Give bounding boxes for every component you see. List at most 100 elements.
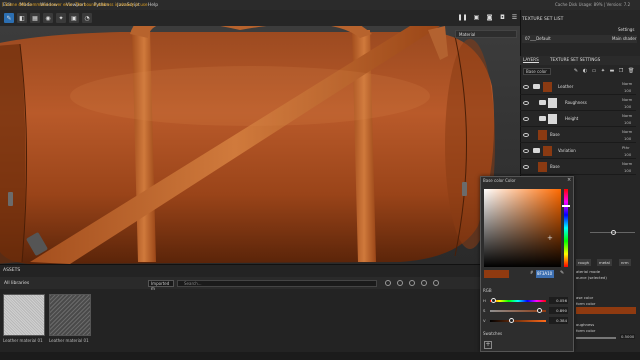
visibility-eye-icon[interactable] <box>523 149 529 153</box>
layer-item[interactable]: Height Norm 100 <box>520 112 636 127</box>
base-color-swatch[interactable] <box>576 307 636 314</box>
camera-icon[interactable]: ◙ <box>485 13 494 22</box>
metal-channel-button[interactable]: metal <box>597 259 612 266</box>
assets-search-input[interactable]: Search... <box>177 280 377 287</box>
duplicate-icon[interactable]: ❐ <box>618 68 624 74</box>
layer-item[interactable]: Roughness Norm 100 <box>520 96 636 111</box>
render-icon[interactable]: ▣ <box>472 13 481 22</box>
layer-item[interactable]: Base Norm 100 <box>520 128 636 143</box>
layer-name: Variation <box>558 148 576 153</box>
filter-smart-material-icon[interactable] <box>397 280 403 286</box>
shader-name: Main shader <box>612 36 637 41</box>
assets-filter-dropdown[interactable]: Imported m <box>148 280 174 291</box>
folder-icon[interactable]: ▬ <box>609 68 615 74</box>
layer-item[interactable]: Leather Norm 100 <box>520 80 636 95</box>
visibility-eye-icon[interactable] <box>523 133 529 137</box>
assets-filter-icons <box>385 280 439 286</box>
fill-icon <box>539 100 546 105</box>
viewport-material-dropdown[interactable]: Material <box>455 30 517 38</box>
screenshot-icon[interactable]: ◘ <box>498 13 507 22</box>
layer-blend-mode[interactable]: Norm <box>622 97 632 102</box>
close-icon[interactable]: × <box>567 177 571 183</box>
add-swatch-button[interactable]: + <box>484 341 492 349</box>
status-bar <box>0 352 640 360</box>
asset-thumbnail[interactable] <box>3 294 45 336</box>
3d-viewport[interactable] <box>0 26 520 264</box>
layer-blend-mode[interactable]: Norm <box>622 81 632 86</box>
fill-layer-icon[interactable]: ◐ <box>582 68 588 74</box>
color-picker-tool-icon[interactable]: ◔ <box>82 13 92 23</box>
menu-help[interactable]: Help <box>148 3 158 8</box>
folder-icon <box>533 148 540 153</box>
tab-texture-set-settings[interactable]: TEXTURE SET SETTINGS <box>550 57 600 62</box>
channel-value[interactable]: 0.056 <box>549 297 568 304</box>
clone-tool-icon[interactable]: ◉ <box>43 13 53 23</box>
layer-opacity[interactable]: 100 <box>624 120 631 125</box>
layer-opacity[interactable]: 100 <box>624 136 631 141</box>
channel-knob[interactable] <box>509 318 514 323</box>
roughness-value[interactable]: 0.5000 <box>620 334 636 339</box>
layer-opacity[interactable]: 100 <box>624 88 631 93</box>
effect-icon[interactable]: ✦ <box>600 68 606 74</box>
visibility-eye-icon[interactable] <box>523 101 529 105</box>
filter-brush-icon[interactable] <box>421 280 427 286</box>
display-settings-icon[interactable]: ☰ <box>510 13 519 22</box>
layer-thumbnail <box>538 162 547 172</box>
hue-slider-knob[interactable] <box>562 205 570 207</box>
layer-thumbnail <box>538 130 547 140</box>
layer-item[interactable]: Base Norm 100 <box>520 160 636 175</box>
asset-thumbnail[interactable] <box>49 294 91 336</box>
saturation-value-area[interactable] <box>484 189 561 267</box>
channel-knob[interactable] <box>537 308 543 313</box>
channel-track[interactable] <box>490 320 546 322</box>
layer-blend-mode[interactable]: Norm <box>622 161 632 166</box>
polygon-fill-tool-icon[interactable]: ▣ <box>69 13 79 23</box>
paint-brush-tool-icon[interactable]: ✎ <box>4 13 14 23</box>
settings-button[interactable]: Settings <box>618 27 634 32</box>
visibility-eye-icon[interactable] <box>523 85 529 89</box>
rough-channel-button[interactable]: rough <box>576 259 592 266</box>
color-mode-dropdown[interactable]: RGB <box>483 288 492 293</box>
slider-knob[interactable] <box>611 230 616 235</box>
filter-environment-icon[interactable] <box>433 280 439 286</box>
channel-value[interactable]: 0.890 <box>549 307 568 314</box>
paint-layer-icon[interactable]: ✎ <box>573 68 579 74</box>
saturation-channel-row: S 0.890 <box>483 307 570 315</box>
channel-value[interactable]: 0.384 <box>549 317 568 324</box>
filter-material-icon[interactable] <box>385 280 391 286</box>
layer-blend-mode[interactable]: Norm <box>622 113 632 118</box>
projection-tool-icon[interactable]: ▦ <box>30 13 40 23</box>
layer-blend-mode[interactable]: Pthr <box>622 145 630 150</box>
material-mode-value[interactable]: ource (selected) <box>576 275 607 280</box>
pause-icon[interactable]: ❚❚ <box>457 13 467 22</box>
channel-knob[interactable] <box>490 298 496 303</box>
tab-layers[interactable]: LAYERS <box>523 57 539 63</box>
visibility-eye-icon[interactable] <box>523 117 529 121</box>
filter-texture-icon[interactable] <box>409 280 415 286</box>
layer-item[interactable]: Variation Pthr 100 <box>520 144 636 159</box>
delete-icon[interactable]: 🗑 <box>628 68 634 74</box>
eraser-tool-icon[interactable]: ◧ <box>17 13 27 23</box>
texture-set-row[interactable]: 07___Default Main shader <box>522 35 637 43</box>
mask-icon[interactable]: ▭ <box>591 68 597 74</box>
layer-name: Roughness <box>565 100 587 105</box>
roughness-slider[interactable] <box>576 337 616 339</box>
layer-thumbnail <box>543 146 552 156</box>
asset-label: Leather material 01 <box>3 338 43 343</box>
channel-select[interactable]: Base color <box>523 68 551 75</box>
hex-input[interactable]: 8F3A10 <box>536 270 554 278</box>
channel-track[interactable] <box>490 300 546 302</box>
layer-blend-mode[interactable]: Norm <box>622 129 632 134</box>
eyedropper-icon[interactable]: ✎ <box>560 270 564 276</box>
all-libraries-item[interactable]: All libraries <box>4 281 29 286</box>
base-color-label: ase color <box>576 295 594 300</box>
layer-opacity[interactable]: 100 <box>624 152 631 157</box>
hue-slider[interactable] <box>564 189 568 267</box>
tool-bar: ✎ ◧ ▦ ◉ ✦ ▣ ◔ <box>0 10 520 26</box>
color-picker-title: Base color Color <box>483 178 516 183</box>
visibility-eye-icon[interactable] <box>523 165 529 169</box>
nrm-channel-button[interactable]: nrm <box>619 259 631 266</box>
layer-opacity[interactable]: 100 <box>624 104 631 109</box>
layer-opacity[interactable]: 100 <box>624 168 631 173</box>
smudge-tool-icon[interactable]: ✦ <box>56 13 66 23</box>
